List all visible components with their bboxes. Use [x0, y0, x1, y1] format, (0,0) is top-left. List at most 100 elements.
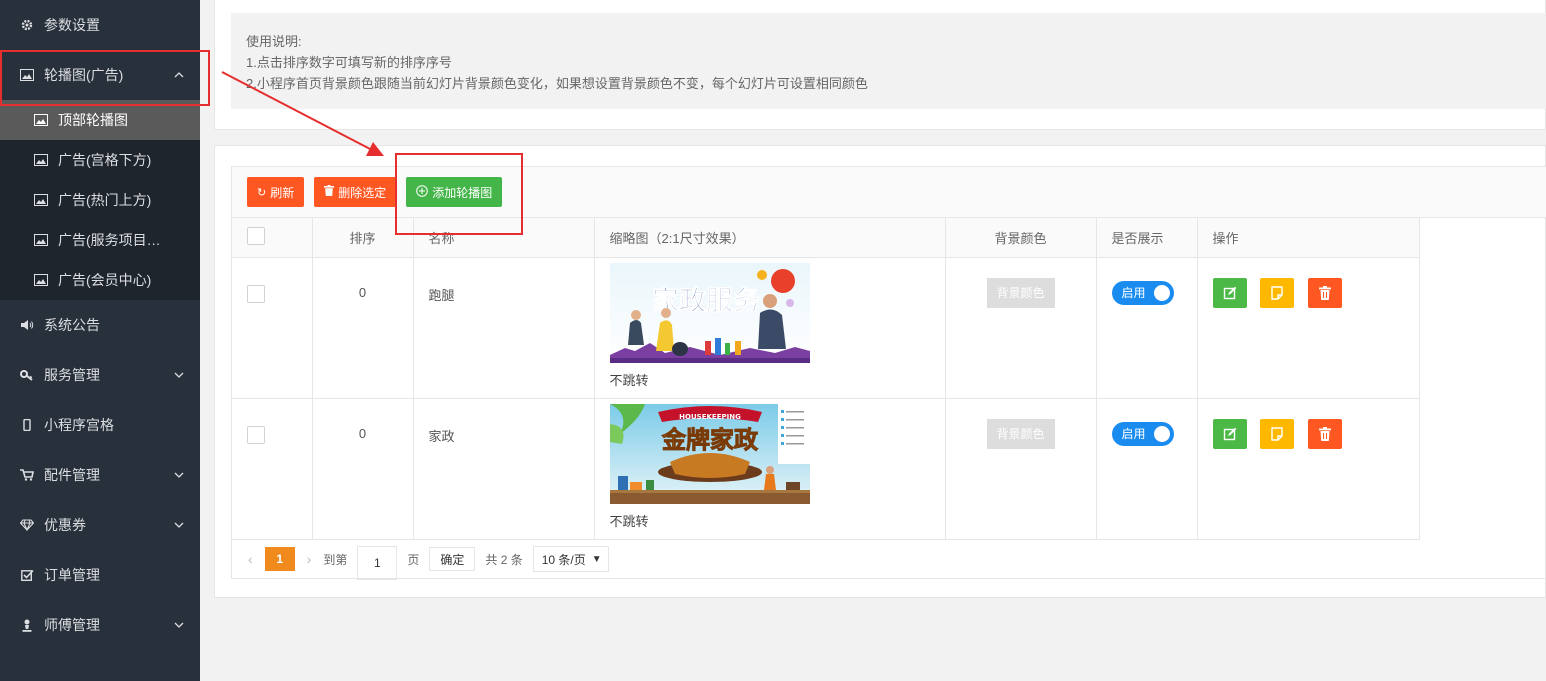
goto-label: 到第	[323, 552, 348, 567]
visible-cell: 启用	[1096, 398, 1198, 540]
key-icon	[20, 368, 34, 382]
sidebar-subitem-label: 广告(热门上方)	[58, 192, 152, 208]
chevron-down-icon	[174, 622, 184, 628]
refresh-button[interactable]: ↻ 刷新	[247, 177, 305, 207]
sidebar-item-grid[interactable]: 小程序宫格	[0, 400, 200, 450]
select-all-cell	[232, 218, 313, 258]
banner-thumbnail-image[interactable]: 家政服务	[609, 262, 810, 363]
instructions-card: 使用说明: 1.点击排序数字可填写新的排序序号 2.小程序首页背景颜色跟随当前幻…	[214, 0, 1546, 130]
sidebar-subitem-label: 广告(服务项目…	[58, 232, 161, 248]
sidebar-subitem-top-banner[interactable]: 顶部轮播图	[0, 100, 200, 140]
toggle-label: 启用	[1121, 286, 1146, 300]
sidebar-item-label: 配件管理	[44, 467, 100, 483]
next-page-icon[interactable]: ›	[307, 551, 312, 567]
edit-button[interactable]	[1212, 418, 1247, 449]
sidebar-item-service[interactable]: 服务管理	[0, 350, 200, 400]
sidebar-subitem-ad-member[interactable]: 广告(会员中心)	[0, 260, 200, 300]
caret-down-icon: ▼	[591, 553, 602, 565]
image-icon	[34, 194, 48, 206]
header-actions: 操作	[1197, 218, 1420, 258]
main-content: 使用说明: 1.点击排序数字可填写新的排序序号 2.小程序首页背景颜色跟随当前幻…	[214, 0, 1546, 681]
svg-text:HOUSEKEEPING: HOUSEKEEPING	[679, 413, 741, 421]
sidebar-subitem-label: 广告(宫格下方)	[58, 152, 152, 168]
sort-cell[interactable]: 0	[312, 398, 414, 540]
banner-thumbnail-image[interactable]: HOUSEKEEPING 金牌家政	[609, 403, 810, 504]
sidebar-subitem-ad-grid[interactable]: 广告(宫格下方)	[0, 140, 200, 180]
delete-selected-button[interactable]: 删除选定	[314, 177, 397, 207]
select-all-checkbox[interactable]	[247, 226, 265, 245]
sidebar-subitem-ad-service[interactable]: 广告(服务项目…	[0, 220, 200, 260]
visible-cell: 启用	[1096, 257, 1198, 399]
row-checkbox[interactable]	[247, 284, 265, 303]
name-cell: 家政	[413, 398, 595, 540]
sidebar-item-notice[interactable]: 系统公告	[0, 300, 200, 350]
sidebar-item-label: 小程序宫格	[44, 417, 114, 433]
bg-color-swatch[interactable]: 背景颜色	[986, 277, 1055, 308]
sidebar-item-label: 师傅管理	[44, 617, 100, 633]
instructions-tip: 使用说明: 1.点击排序数字可填写新的排序序号 2.小程序首页背景颜色跟随当前幻…	[231, 13, 1546, 109]
page-unit-label: 页	[407, 552, 420, 567]
chevron-down-icon	[174, 472, 184, 478]
trash-icon	[324, 185, 335, 199]
sidebar-item-settings[interactable]: 参数设置	[0, 0, 200, 50]
current-page[interactable]: 1	[264, 547, 295, 571]
link-target-caption: 不跳转	[609, 372, 649, 388]
row-checkbox[interactable]	[247, 425, 265, 444]
pagination: ‹ 1 › 到第 1 页 确定 共 2 条 10 条/页 ▼	[232, 539, 609, 580]
note-button[interactable]	[1260, 277, 1295, 308]
sort-cell[interactable]: 0	[312, 257, 414, 399]
visible-toggle[interactable]: 启用	[1111, 280, 1174, 305]
cart-icon	[20, 468, 34, 482]
toggle-label: 启用	[1121, 427, 1146, 441]
visible-toggle[interactable]: 启用	[1111, 421, 1174, 446]
diamond-icon	[20, 518, 34, 532]
sidebar-item-orders[interactable]: 订单管理	[0, 550, 200, 600]
sidebar-item-label: 参数设置	[44, 17, 100, 33]
actions-cell	[1197, 398, 1420, 540]
worker-icon	[20, 618, 34, 632]
thumbnail-cell: HOUSEKEEPING 金牌家政 不跳转	[594, 398, 946, 540]
mobile-icon	[20, 418, 34, 432]
toggle-knob	[1153, 284, 1170, 301]
annotation-highlight-sidebar	[0, 50, 210, 106]
trash-icon	[1318, 426, 1331, 441]
bg-color-cell: 背景颜色	[945, 257, 1097, 399]
note-button[interactable]	[1260, 418, 1295, 449]
sidebar-subitem-label: 广告(会员中心)	[58, 272, 152, 288]
image-icon	[34, 234, 48, 246]
checkbox-icon	[20, 568, 34, 582]
delete-button[interactable]	[1307, 277, 1342, 308]
bg-color-swatch[interactable]: 背景颜色	[986, 418, 1055, 449]
link-target-caption: 不跳转	[609, 513, 649, 529]
gear-icon	[20, 18, 34, 32]
page-size-select[interactable]: 10 条/页 ▼	[532, 546, 609, 572]
tip-line-1: 1.点击排序数字可填写新的排序序号	[246, 55, 452, 70]
svg-text:金牌家政: 金牌家政	[661, 426, 758, 454]
actions-cell	[1197, 257, 1420, 399]
sidebar-subitem-ad-hot[interactable]: 广告(热门上方)	[0, 180, 200, 220]
goto-confirm-button[interactable]: 确定	[429, 547, 476, 571]
edit-icon	[1223, 427, 1236, 440]
toggle-knob	[1153, 425, 1170, 442]
note-icon	[1271, 285, 1283, 300]
edit-icon	[1223, 286, 1236, 299]
sidebar-item-workers[interactable]: 师傅管理	[0, 600, 200, 650]
delete-button[interactable]	[1307, 418, 1342, 449]
chevron-down-icon	[174, 372, 184, 378]
sidebar-item-label: 服务管理	[44, 367, 100, 383]
goto-page-input[interactable]: 1	[357, 546, 398, 580]
row-select-cell	[232, 398, 313, 540]
edit-button[interactable]	[1212, 277, 1247, 308]
sidebar-item-parts[interactable]: 配件管理	[0, 450, 200, 500]
table-row: 0 跑腿 家政服务 不跳转 背景颜色 启用	[232, 257, 1420, 399]
header-thumbnail: 缩略图（2:1尺寸效果）	[594, 218, 946, 258]
sidebar-item-label: 系统公告	[44, 317, 100, 333]
page-size-value: 10 条/页	[541, 552, 586, 567]
header-bg-color: 背景颜色	[945, 218, 1097, 258]
tip-line-2: 2.小程序首页背景颜色跟随当前幻灯片背景颜色变化，如果想设置背景颜色不变，每个幻…	[246, 76, 868, 91]
header-visible: 是否展示	[1096, 218, 1198, 258]
sidebar-item-coupon[interactable]: 优惠券	[0, 500, 200, 550]
sidebar-subitem-label: 顶部轮播图	[58, 112, 128, 128]
prev-page-icon[interactable]: ‹	[248, 551, 253, 567]
note-icon	[1271, 426, 1283, 441]
